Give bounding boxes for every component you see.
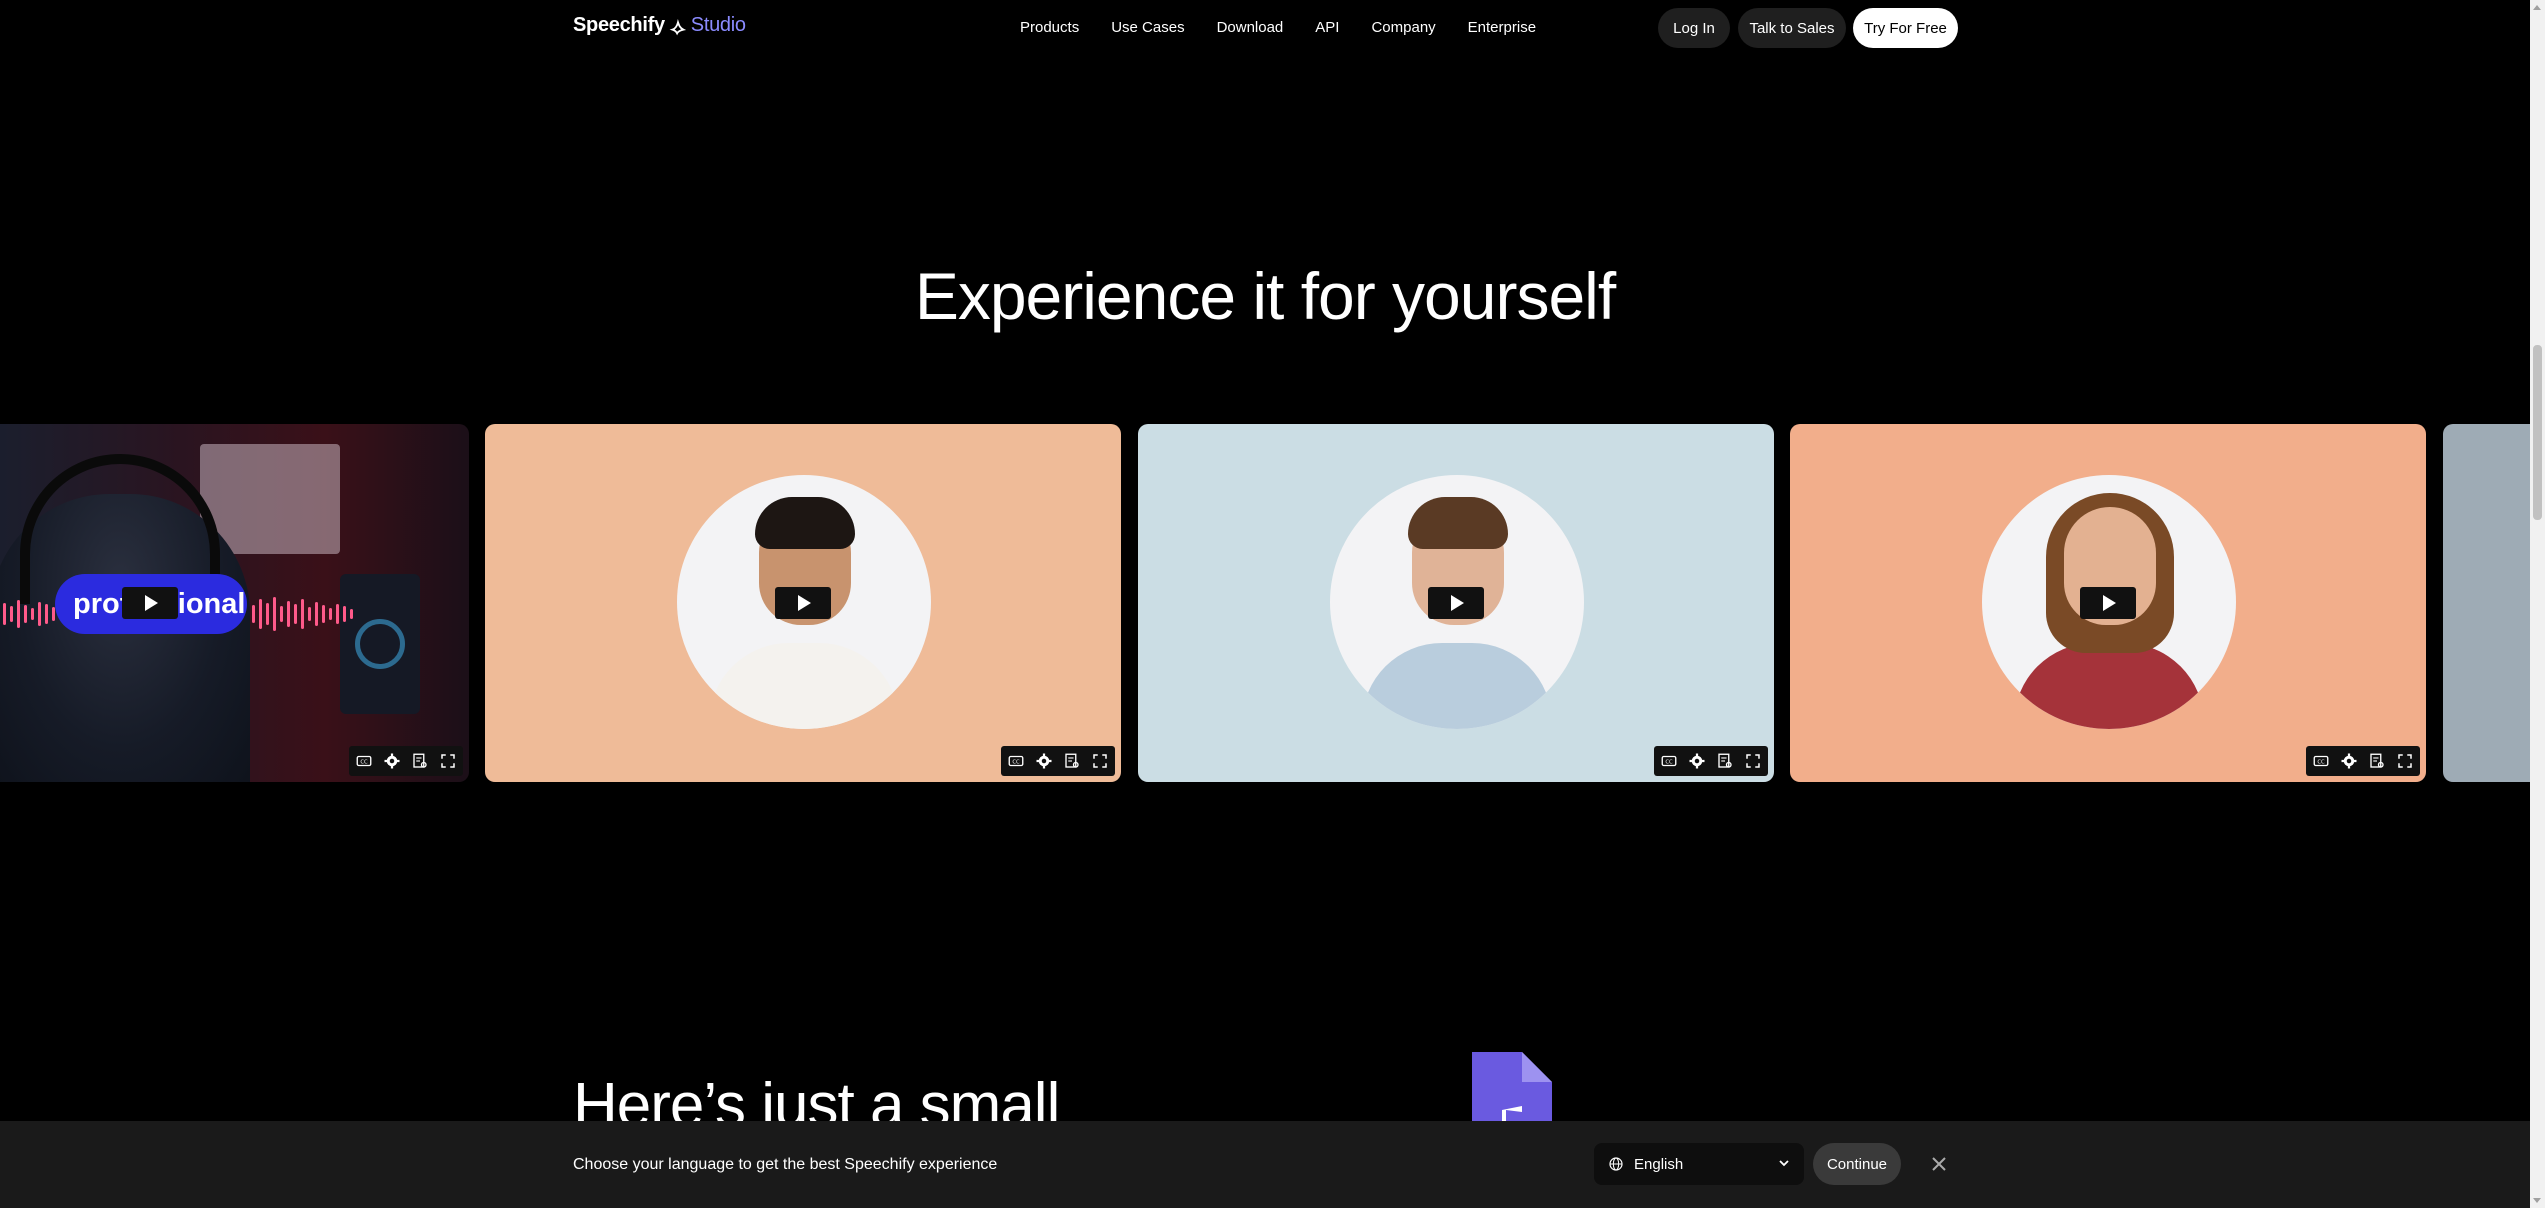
waveform-right	[252, 594, 353, 634]
scrollbar-thumb[interactable]	[2533, 345, 2542, 520]
fullscreen-icon[interactable]	[2396, 752, 2414, 770]
close-icon[interactable]	[1930, 1155, 1948, 1173]
play-button[interactable]	[122, 587, 178, 619]
page-scrollbar[interactable]	[2530, 0, 2545, 1208]
video-controls: CC	[349, 746, 463, 776]
play-button[interactable]	[1428, 587, 1484, 619]
top-nav: Speechify Studio Products Use Cases Down…	[0, 0, 2530, 56]
language-select[interactable]: English	[1594, 1143, 1804, 1185]
menu-products[interactable]: Products	[1020, 19, 1079, 36]
talk-to-sales-button[interactable]: Talk to Sales	[1738, 8, 1846, 48]
captions-icon[interactable]: CC	[1007, 752, 1025, 770]
gear-icon[interactable]	[1688, 752, 1706, 770]
video-card-voice-1[interactable]: CC	[485, 424, 1121, 782]
video-controls: CC	[1001, 746, 1115, 776]
waveform-left	[0, 594, 55, 634]
scroll-down-arrow-icon[interactable]	[2533, 1198, 2541, 1203]
scroll-up-arrow-icon[interactable]	[2533, 5, 2541, 10]
gear-icon[interactable]	[2340, 752, 2358, 770]
try-for-free-button[interactable]: Try For Free	[1853, 8, 1958, 48]
section-title: Experience it for yourself	[914, 259, 1616, 333]
fullscreen-icon[interactable]	[1744, 752, 1762, 770]
language-selected: English	[1634, 1155, 1684, 1173]
svg-text:CC: CC	[360, 759, 368, 765]
continue-button[interactable]: Continue	[1813, 1143, 1901, 1185]
gear-icon[interactable]	[1035, 752, 1053, 770]
menu-company[interactable]: Company	[1371, 19, 1435, 36]
video-controls: CC	[1654, 746, 1768, 776]
menu-enterprise[interactable]: Enterprise	[1468, 19, 1536, 36]
main-menu: Products Use Cases Download API Company …	[1020, 19, 1568, 36]
logo-studio: Studio	[690, 14, 746, 36]
logo-mark-icon	[669, 18, 686, 35]
language-bar: Choose your language to get the best Spe…	[0, 1121, 2530, 1208]
menu-download[interactable]: Download	[1217, 19, 1284, 36]
language-prompt: Choose your language to get the best Spe…	[573, 1156, 998, 1173]
video-card-voice-3[interactable]: CC	[1790, 424, 2426, 782]
transcript-icon[interactable]	[2368, 752, 2386, 770]
fullscreen-icon[interactable]	[1091, 752, 1109, 770]
captions-icon[interactable]: CC	[2312, 752, 2330, 770]
svg-text:CC: CC	[2317, 759, 2325, 765]
transcript-icon[interactable]	[1063, 752, 1081, 770]
transcript-icon[interactable]	[411, 752, 429, 770]
logo-main: Speechify	[573, 14, 665, 36]
play-button[interactable]	[775, 587, 831, 619]
video-card-professional[interactable]: professional CC	[0, 424, 469, 782]
play-button[interactable]	[2080, 587, 2136, 619]
video-card-voice-2[interactable]: CC	[1138, 424, 1774, 782]
svg-text:CC: CC	[1665, 759, 1673, 765]
globe-icon	[1609, 1157, 1623, 1171]
login-button[interactable]: Log In	[1658, 8, 1730, 48]
fullscreen-icon[interactable]	[439, 752, 457, 770]
gear-icon[interactable]	[383, 752, 401, 770]
logo[interactable]: Speechify Studio	[573, 14, 746, 37]
captions-icon[interactable]: CC	[355, 752, 373, 770]
video-controls: CC	[2306, 746, 2420, 776]
svg-text:CC: CC	[1012, 759, 1020, 765]
menu-api[interactable]: API	[1315, 19, 1339, 36]
chevron-down-icon	[1779, 1160, 1789, 1167]
menu-use-cases[interactable]: Use Cases	[1111, 19, 1184, 36]
captions-icon[interactable]: CC	[1660, 752, 1678, 770]
transcript-icon[interactable]	[1716, 752, 1734, 770]
